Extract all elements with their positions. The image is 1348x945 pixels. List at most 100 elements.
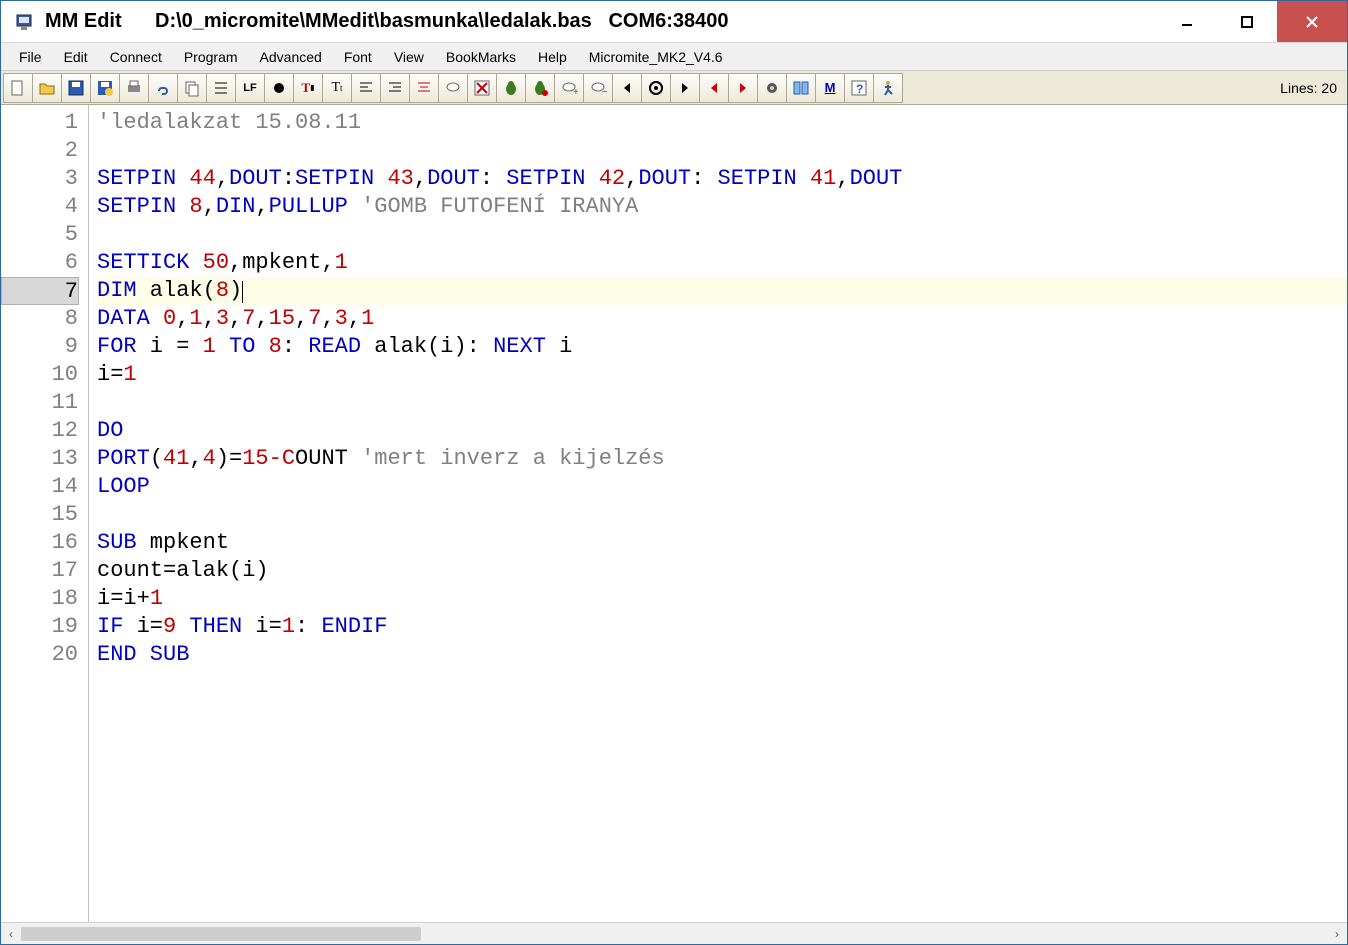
code-line[interactable] — [97, 137, 1347, 165]
code-line[interactable] — [97, 389, 1347, 417]
code-line[interactable]: SETPIN 8,DIN,PULLUP 'GOMB FUTOFENÍ IRANY… — [97, 193, 1347, 221]
toolbar-save-as-icon[interactable] — [90, 73, 120, 103]
menu-advanced[interactable]: Advanced — [250, 46, 332, 68]
line-number: 6 — [1, 249, 78, 277]
code-line[interactable]: IF i=9 THEN i=1: ENDIF — [97, 613, 1347, 641]
toolbar-list-icon[interactable] — [206, 73, 236, 103]
code-line[interactable]: i=1 — [97, 361, 1347, 389]
line-number: 4 — [1, 193, 78, 221]
line-number: 18 — [1, 585, 78, 613]
toolbar-help-icon[interactable]: ? — [844, 73, 874, 103]
menubar: FileEditConnectProgramAdvancedFontViewBo… — [1, 43, 1347, 71]
code-line[interactable]: count=alak(i) — [97, 557, 1347, 585]
code-line[interactable]: SETPIN 44,DOUT:SETPIN 43,DOUT: SETPIN 42… — [97, 165, 1347, 193]
line-number: 9 — [1, 333, 78, 361]
toolbar-bug-green2-icon[interactable] — [525, 73, 555, 103]
scroll-thumb[interactable] — [21, 927, 421, 941]
toolbar-target-icon[interactable] — [641, 73, 671, 103]
line-number: 11 — [1, 389, 78, 417]
line-number: 5 — [1, 221, 78, 249]
scroll-left-arrow[interactable]: ‹ — [1, 924, 21, 944]
line-number: 2 — [1, 137, 78, 165]
text-cursor — [242, 281, 243, 303]
line-number: 15 — [1, 501, 78, 529]
line-number: 13 — [1, 445, 78, 473]
menu-font[interactable]: Font — [334, 46, 382, 68]
menu-connect[interactable]: Connect — [100, 46, 172, 68]
menu-edit[interactable]: Edit — [54, 46, 98, 68]
code-line[interactable]: DIM alak(8) — [97, 277, 1347, 305]
code-line[interactable]: END SUB — [97, 641, 1347, 669]
toolbar: LF T▮Tt + − M? Lines: 20 — [1, 71, 1347, 105]
editor[interactable]: 1234567891011121314151617181920 'ledalak… — [1, 105, 1347, 922]
toolbar-m-logo-icon[interactable]: M — [815, 73, 845, 103]
toolbar-color-text-icon[interactable]: T▮ — [293, 73, 323, 103]
scroll-track[interactable] — [21, 927, 1327, 941]
code-line[interactable]: DO — [97, 417, 1347, 445]
line-number: 19 — [1, 613, 78, 641]
toolbar-link-icon[interactable] — [148, 73, 178, 103]
code-line[interactable]: i=i+1 — [97, 585, 1347, 613]
title-sep2 — [592, 10, 609, 33]
lines-count-label: Lines: 20 — [1280, 80, 1345, 96]
maximize-button[interactable] — [1217, 1, 1277, 42]
title-port: COM6:38400 — [608, 10, 728, 33]
toolbar-print-icon[interactable] — [119, 73, 149, 103]
horizontal-scrollbar[interactable]: ‹ › — [1, 922, 1347, 944]
code-line[interactable] — [97, 221, 1347, 249]
toolbar-bug-green-icon[interactable] — [496, 73, 526, 103]
toolbar-gear-icon[interactable] — [757, 73, 787, 103]
toolbar-chat-remove-icon[interactable]: − — [583, 73, 613, 103]
line-number: 17 — [1, 557, 78, 585]
svg-text:+: + — [573, 87, 578, 97]
menu-view[interactable]: View — [384, 46, 434, 68]
code-line[interactable]: PORT(41,4)=15-COUNT 'mert inverz a kijel… — [97, 445, 1347, 473]
toolbar-columns-icon[interactable] — [786, 73, 816, 103]
menu-file[interactable]: File — [9, 46, 52, 68]
toolbar-arrow-right-red-icon[interactable] — [728, 73, 758, 103]
code-line[interactable]: SETTICK 50,mpkent,1 — [97, 249, 1347, 277]
minimize-button[interactable] — [1157, 1, 1217, 42]
toolbar-arrow-left-icon[interactable] — [612, 73, 642, 103]
code-line[interactable]: FOR i = 1 TO 8: READ alak(i): NEXT i — [97, 333, 1347, 361]
line-number-gutter: 1234567891011121314151617181920 — [1, 105, 89, 922]
app-icon — [15, 12, 35, 32]
toolbar-record-icon[interactable] — [264, 73, 294, 103]
toolbar-arrow-right-icon[interactable] — [670, 73, 700, 103]
line-number: 7 — [1, 277, 79, 305]
toolbar-align-right-icon[interactable] — [380, 73, 410, 103]
menu-bookmarks[interactable]: BookMarks — [436, 46, 526, 68]
toolbar-chat-add-icon[interactable]: + — [554, 73, 584, 103]
code-line[interactable]: 'ledalakzat 15.08.11 — [97, 109, 1347, 137]
toolbar-lf-icon[interactable]: LF — [235, 73, 265, 103]
toolbar-save-file-icon[interactable] — [61, 73, 91, 103]
title-sep1 — [122, 10, 155, 33]
menu-micromite-mk2-v4-6[interactable]: Micromite_MK2_V4.6 — [579, 46, 733, 68]
toolbar-copy-icon[interactable] — [177, 73, 207, 103]
toolbar-comment-icon[interactable] — [438, 73, 468, 103]
close-button[interactable] — [1277, 1, 1347, 42]
line-number: 14 — [1, 473, 78, 501]
title-app: MM Edit — [45, 10, 122, 33]
code-line[interactable]: SUB mpkent — [97, 529, 1347, 557]
scroll-right-arrow[interactable]: › — [1327, 924, 1347, 944]
code-area[interactable]: 'ledalakzat 15.08.11 SETPIN 44,DOUT:SETPI… — [89, 105, 1347, 922]
toolbar-align-left-icon[interactable] — [351, 73, 381, 103]
toolbar-arrow-left-red-icon[interactable] — [699, 73, 729, 103]
toolbar-text-size-icon[interactable]: Tt — [322, 73, 352, 103]
svg-text:−: − — [602, 87, 607, 97]
menu-program[interactable]: Program — [174, 46, 248, 68]
toolbar-delete-x-icon[interactable] — [467, 73, 497, 103]
line-number: 16 — [1, 529, 78, 557]
code-line[interactable]: LOOP — [97, 473, 1347, 501]
title-path: D:\0_micromite\MMedit\basmunka\ledalak.b… — [155, 10, 592, 33]
line-number: 1 — [1, 109, 78, 137]
menu-help[interactable]: Help — [528, 46, 577, 68]
toolbar-new-file-icon[interactable] — [3, 73, 33, 103]
code-line[interactable]: DATA 0,1,3,7,15,7,3,1 — [97, 305, 1347, 333]
code-line[interactable] — [97, 501, 1347, 529]
line-number: 20 — [1, 641, 78, 669]
toolbar-open-file-icon[interactable] — [32, 73, 62, 103]
toolbar-run-man-icon[interactable] — [873, 73, 903, 103]
toolbar-align-center-red-icon[interactable] — [409, 73, 439, 103]
